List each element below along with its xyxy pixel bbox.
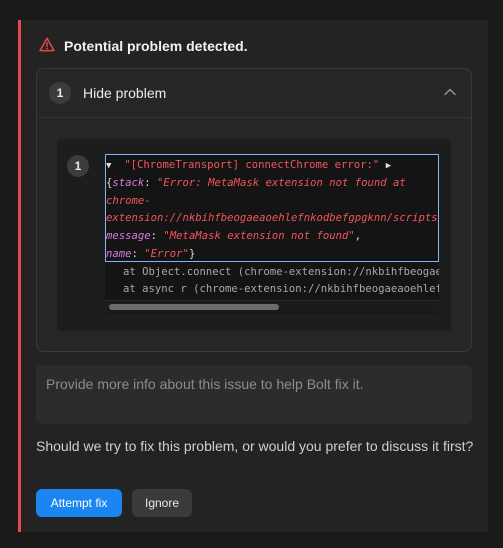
problem-card: 1 Hide problem 1 ▼ "[ChromeTransport] co… <box>36 68 472 352</box>
stack-trace-line: at Object.connect (chrome-extension://nk… <box>123 266 439 278</box>
alert-title: Potential problem detected. <box>64 38 248 54</box>
stack-value-line-2: chrome- <box>106 194 151 207</box>
collapse-triangle-icon[interactable]: ▼ <box>106 161 111 171</box>
ignore-button[interactable]: Ignore <box>132 489 192 517</box>
selected-log-entry[interactable]: ▼ "[ChromeTransport] connectChrome error… <box>105 154 439 262</box>
log-message: "[ChromeTransport] connectChrome error:" <box>124 159 380 171</box>
hide-problem-label: Hide problem <box>83 85 167 101</box>
scrollbar-thumb[interactable] <box>109 304 279 310</box>
stack-key: stack <box>112 176 145 189</box>
chevron-up-icon[interactable] <box>443 85 457 104</box>
message-key: message <box>106 230 151 243</box>
console-output[interactable]: ▼ "[ChromeTransport] connectChrome error… <box>105 154 439 314</box>
object-close-brace: } <box>188 247 196 260</box>
hide-problem-toggle[interactable]: 1 Hide problem <box>37 69 471 118</box>
error-log-box: 1 ▼ "[ChromeTransport] connectChrome err… <box>57 139 451 331</box>
attempt-fix-button[interactable]: Attempt fix <box>36 489 122 517</box>
warning-triangle-icon <box>39 37 55 55</box>
problem-number-badge: 1 <box>49 82 71 104</box>
name-value: "Error" <box>144 247 189 260</box>
stack-trace: at Object.connect (chrome-extension://nk… <box>105 264 439 298</box>
expand-triangle-icon[interactable]: ▶ <box>386 161 391 171</box>
problem-panel: Potential problem detected. 1 Hide probl… <box>18 20 488 532</box>
message-value: "MetaMask extension not found" <box>163 230 355 243</box>
fix-question-text: Should we try to fix this problem, or wo… <box>36 438 474 454</box>
feedback-input[interactable]: Provide more info about this issue to he… <box>36 365 472 424</box>
stack-value-line-1: "Error: MetaMask extension not found at <box>157 176 406 189</box>
stack-value-line-3: extension://nkbihfbeogaeaoehlefnkodbefgp… <box>106 212 439 225</box>
alert-header: Potential problem detected. <box>39 37 248 55</box>
name-key: name <box>106 247 132 260</box>
stack-trace-line: at async r (chrome-extension://nkbihfbeo… <box>123 283 439 295</box>
log-entry-number-badge: 1 <box>67 155 89 177</box>
horizontal-scrollbar[interactable] <box>105 300 439 313</box>
